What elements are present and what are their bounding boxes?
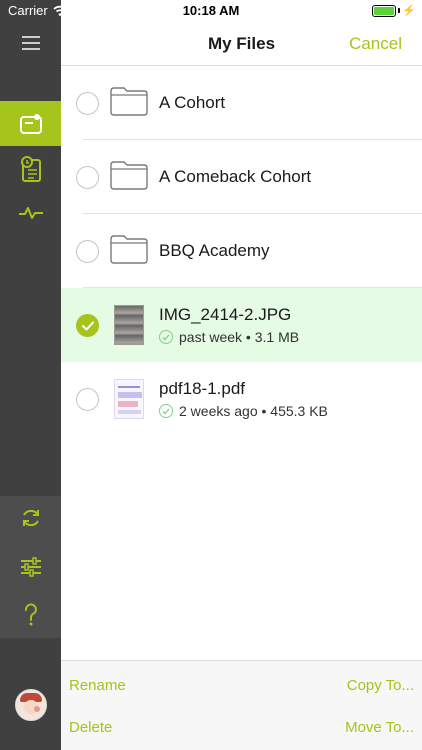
battery-tip: [398, 8, 401, 13]
select-radio[interactable]: [76, 388, 99, 411]
file-name: pdf18-1.pdf: [159, 379, 246, 398]
select-radio[interactable]: [76, 166, 99, 189]
synced-check-icon: [159, 330, 173, 344]
folder-icon: [110, 87, 148, 116]
pulse-icon: [18, 207, 43, 219]
sidebar-item-files[interactable]: [0, 101, 61, 146]
list-item[interactable]: A Cohort: [61, 66, 422, 140]
rename-button[interactable]: Rename: [69, 677, 126, 694]
hamburger-menu-icon: [21, 36, 40, 50]
file-meta-text: past week • 3.1 MB: [179, 329, 300, 345]
copy-to-button[interactable]: Copy To...: [347, 677, 414, 694]
profile-button[interactable]: [0, 683, 61, 727]
cancel-button[interactable]: Cancel: [349, 34, 402, 54]
file-box-icon: [19, 113, 42, 134]
file-meta: 2 weeks ago • 455.3 KB: [159, 403, 328, 419]
status-time: 10:18 AM: [182, 3, 240, 18]
checkmark-icon: [81, 321, 94, 330]
select-radio[interactable]: [76, 92, 99, 115]
battery-icon: [372, 4, 397, 17]
list-item[interactable]: BBQ Academy: [61, 214, 422, 288]
list-item[interactable]: pdf18-1.pdf 2 weeks ago • 455.3 KB: [61, 362, 422, 436]
question-icon: [24, 603, 37, 626]
charging-icon: ⚡: [402, 5, 416, 17]
file-list: A Cohort A Comeback Cohort BBQ Academy I…: [61, 66, 422, 436]
sidebar-item-activity[interactable]: [0, 192, 61, 234]
nav-bar: My Files Cancel: [61, 22, 422, 66]
file-name: BBQ Academy: [159, 241, 270, 260]
sync-button[interactable]: [0, 496, 61, 540]
status-bar: Carrier 10:18 AM ⚡: [0, 0, 422, 22]
main-panel: My Files Cancel A Cohort A Comeback Coho…: [61, 0, 422, 750]
file-meta-text: 2 weeks ago • 455.3 KB: [179, 403, 328, 419]
file-name: IMG_2414-2.JPG: [159, 305, 292, 324]
sidebar-item-schedule[interactable]: [0, 146, 61, 192]
move-to-button[interactable]: Move To...: [345, 719, 414, 736]
bottom-toolbar: Rename Copy To... Delete Move To...: [61, 660, 422, 750]
folder-icon: [110, 161, 148, 190]
sidebar: [0, 0, 61, 750]
delete-button[interactable]: Delete: [69, 719, 112, 736]
avatar: [14, 689, 47, 721]
settings-button[interactable]: [0, 544, 61, 590]
help-button[interactable]: [0, 592, 61, 638]
synced-check-icon: [159, 404, 173, 418]
select-radio[interactable]: [76, 240, 99, 263]
refresh-icon: [22, 509, 39, 527]
clipboard-clock-icon: [20, 156, 41, 182]
image-thumbnail: [111, 305, 147, 345]
list-item-selected[interactable]: IMG_2414-2.JPG past week • 3.1 MB: [61, 288, 422, 362]
menu-button[interactable]: [0, 22, 61, 64]
folder-icon: [110, 235, 148, 264]
file-name: A Comeback Cohort: [159, 167, 312, 186]
select-radio-checked[interactable]: [76, 314, 99, 337]
list-item[interactable]: A Comeback Cohort: [61, 140, 422, 214]
pdf-thumbnail: [111, 379, 147, 419]
sliders-icon: [20, 557, 41, 577]
status-right: ⚡: [372, 4, 416, 17]
file-name: A Cohort: [159, 93, 226, 112]
file-meta: past week • 3.1 MB: [159, 329, 299, 345]
